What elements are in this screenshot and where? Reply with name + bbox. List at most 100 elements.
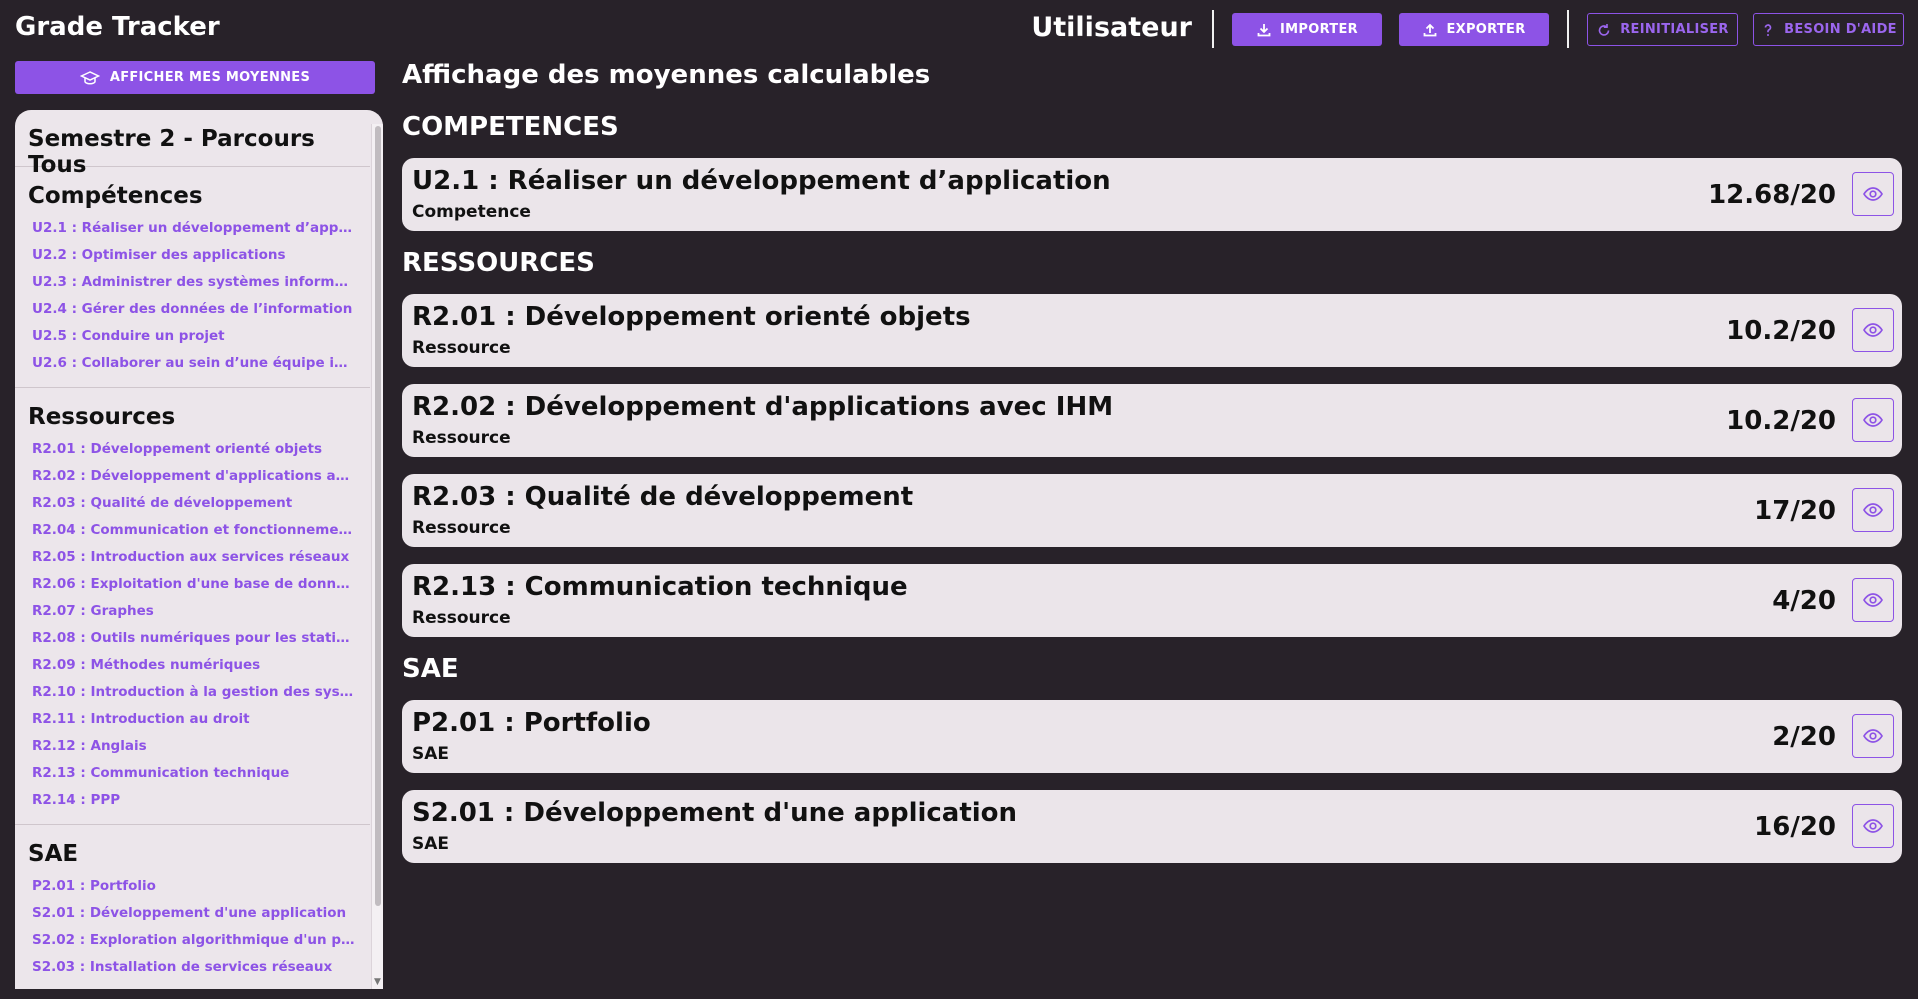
sidebar-section-ressources: Ressources R2.01 : Développement orienté… <box>15 388 370 825</box>
upload-icon <box>1424 23 1437 36</box>
sidebar-item[interactable]: R2.09 : Méthodes numériques <box>15 652 370 679</box>
sidebar-item[interactable]: R2.07 : Graphes <box>15 598 370 625</box>
sidebar-item[interactable]: U2.6 : Collaborer au sein d’une équipe i… <box>15 350 370 377</box>
app-title: Grade Tracker <box>15 12 220 42</box>
sidebar: Semestre 2 - Parcours Tous Compétences U… <box>15 110 383 989</box>
user-name[interactable]: Utilisateur <box>1031 12 1192 43</box>
import-label: IMPORTER <box>1280 22 1358 37</box>
sidebar-item[interactable]: R2.14 : PPP <box>15 787 370 814</box>
card-type: SAE <box>412 744 450 764</box>
semester-title: Semestre 2 - Parcours Tous <box>15 110 370 178</box>
card-type: SAE <box>412 834 450 854</box>
card-grade: 10.2/20 <box>1726 406 1836 436</box>
sidebar-item[interactable]: R2.11 : Introduction au droit <box>15 706 370 733</box>
section-title-sae: SAE <box>402 654 459 684</box>
card-grade: 17/20 <box>1754 496 1836 526</box>
eye-icon <box>1863 503 1883 517</box>
sidebar-item[interactable]: R2.03 : Qualité de développement <box>15 490 370 517</box>
sidebar-item[interactable]: P2.01 : Portfolio <box>15 873 370 900</box>
card-title: R2.02 : Développement d'applications ave… <box>412 392 1114 422</box>
sidebar-heading: SAE <box>28 841 79 867</box>
view-details-button[interactable] <box>1852 714 1894 758</box>
grade-card: U2.1 : Réaliser un développement d’appli… <box>402 158 1902 231</box>
sidebar-item[interactable]: R2.02 : Développement d'applications ave… <box>15 463 370 490</box>
card-type: Ressource <box>412 428 511 448</box>
card-type: Ressource <box>412 338 511 358</box>
eye-icon <box>1863 413 1883 427</box>
card-grade: 10.2/20 <box>1726 316 1836 346</box>
import-button[interactable]: IMPORTER <box>1232 13 1382 46</box>
section-title-ressources: RESSOURCES <box>402 248 595 278</box>
show-averages-button[interactable]: AFFICHER MES MOYENNES <box>15 61 375 94</box>
sidebar-item[interactable]: U2.3 : Administrer des systèmes informat… <box>15 269 370 296</box>
sidebar-item[interactable]: R2.06 : Exploitation d'une base de donné… <box>15 571 370 598</box>
section-title-competences: COMPETENCES <box>402 112 619 142</box>
card-title: P2.01 : Portfolio <box>412 708 651 738</box>
show-averages-label: AFFICHER MES MOYENNES <box>109 70 311 85</box>
sidebar-scrollbar[interactable]: ▼ <box>371 124 383 989</box>
eye-icon <box>1863 819 1883 833</box>
sidebar-item[interactable]: S2.02 : Exploration algorithmique d'un p… <box>15 927 370 954</box>
header-divider-2 <box>1567 10 1569 48</box>
grade-card: R2.01 : Développement orienté objets Res… <box>402 294 1902 367</box>
card-title: S2.01 : Développement d'une application <box>412 798 1018 828</box>
sidebar-item[interactable]: U2.1 : Réaliser un développement d’appli… <box>15 215 370 242</box>
sidebar-item[interactable]: R2.08 : Outils numériques pour les stati… <box>15 625 370 652</box>
header-divider <box>1212 10 1214 48</box>
view-details-button[interactable] <box>1852 804 1894 848</box>
card-title: R2.01 : Développement orienté objets <box>412 302 971 332</box>
sidebar-item[interactable]: R2.04 : Communication et fonctionnement … <box>15 517 370 544</box>
grade-card: S2.01 : Développement d'une application … <box>402 790 1902 863</box>
sidebar-item[interactable]: S2.03 : Installation de services réseaux <box>15 954 370 981</box>
card-type: Ressource <box>412 518 511 538</box>
card-grade: 12.68/20 <box>1708 180 1836 210</box>
sidebar-item[interactable]: U2.2 : Optimiser des applications <box>15 242 370 269</box>
card-type: Ressource <box>412 608 511 628</box>
sidebar-item[interactable]: R2.12 : Anglais <box>15 733 370 760</box>
sidebar-item[interactable]: R2.13 : Communication technique <box>15 760 370 787</box>
view-details-button[interactable] <box>1852 398 1894 442</box>
card-type: Competence <box>412 202 531 222</box>
refresh-icon <box>1598 23 1610 36</box>
download-icon <box>1257 23 1271 36</box>
eye-icon <box>1863 187 1883 201</box>
scrollbar-thumb[interactable] <box>375 126 381 906</box>
eye-icon <box>1863 593 1883 607</box>
reset-button[interactable]: REINITIALISER <box>1587 13 1738 46</box>
export-button[interactable]: EXPORTER <box>1399 13 1549 46</box>
eye-icon <box>1863 729 1883 743</box>
sidebar-item[interactable]: R2.01 : Développement orienté objets <box>15 436 370 463</box>
graduation-cap-icon <box>79 70 100 85</box>
card-grade: 16/20 <box>1754 812 1836 842</box>
sidebar-item[interactable]: R2.05 : Introduction aux services réseau… <box>15 544 370 571</box>
sidebar-section-sae: SAE P2.01 : Portfolio S2.01 : Développem… <box>15 825 370 981</box>
card-title: R2.03 : Qualité de développement <box>412 482 914 512</box>
card-grade: 4/20 <box>1772 586 1836 616</box>
app-header: Grade Tracker Utilisateur IMPORTER EXPOR… <box>0 0 1918 58</box>
card-grade: 2/20 <box>1772 722 1836 752</box>
export-label: EXPORTER <box>1446 22 1526 37</box>
grade-card: R2.03 : Qualité de développement Ressour… <box>402 474 1902 547</box>
sidebar-item[interactable]: U2.4 : Gérer des données de l’informatio… <box>15 296 370 323</box>
help-button[interactable]: BESOIN D'AIDE <box>1753 13 1904 46</box>
grade-card: R2.13 : Communication technique Ressourc… <box>402 564 1902 637</box>
sidebar-item[interactable]: R2.10 : Introduction à la gestion des sy… <box>15 679 370 706</box>
grade-card: R2.02 : Développement d'applications ave… <box>402 384 1902 457</box>
scroll-down-icon[interactable]: ▼ <box>374 977 381 987</box>
help-label: BESOIN D'AIDE <box>1784 22 1897 37</box>
view-details-button[interactable] <box>1852 308 1894 352</box>
grade-card: P2.01 : Portfolio SAE 2/20 <box>402 700 1902 773</box>
eye-icon <box>1863 323 1883 337</box>
card-title: U2.1 : Réaliser un développement d’appli… <box>412 166 1111 196</box>
view-details-button[interactable] <box>1852 488 1894 532</box>
sidebar-item[interactable]: S2.01 : Développement d'une application <box>15 900 370 927</box>
question-icon <box>1764 23 1772 36</box>
sidebar-section-competences: Compétences U2.1 : Réaliser un développe… <box>15 167 370 388</box>
card-title: R2.13 : Communication technique <box>412 572 908 602</box>
sidebar-item[interactable]: U2.5 : Conduire un projet <box>15 323 370 350</box>
reset-label: REINITIALISER <box>1620 22 1729 37</box>
sidebar-heading: Ressources <box>28 404 176 430</box>
view-details-button[interactable] <box>1852 172 1894 216</box>
page-title: Affichage des moyennes calculables <box>402 60 931 90</box>
view-details-button[interactable] <box>1852 578 1894 622</box>
